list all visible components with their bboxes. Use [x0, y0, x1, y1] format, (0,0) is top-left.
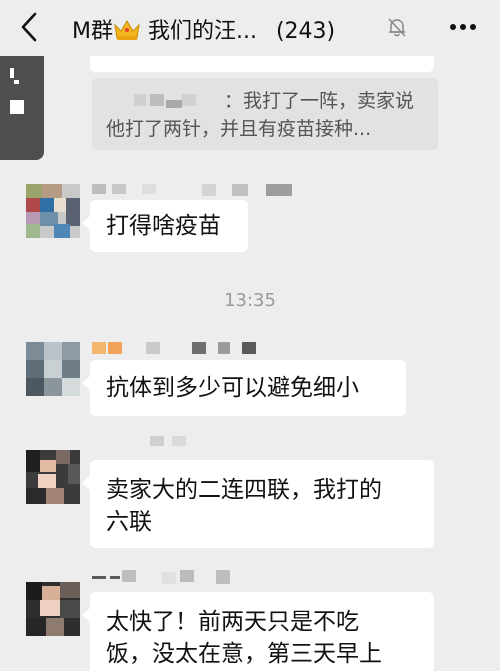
back-button[interactable]	[18, 12, 44, 42]
quoted-reply[interactable]: ：我打了一阵，卖家说 他打了两针，并且有疫苗接种...	[92, 78, 438, 150]
bell-off-icon	[388, 18, 406, 37]
message-text-line: 饭，没太在意，第三天早上	[106, 641, 382, 667]
member-count: (243)	[275, 19, 336, 44]
more-button[interactable]	[450, 14, 476, 40]
quote-line-2: 他打了两针，并且有疫苗接种...	[106, 118, 372, 140]
chat-header: M群 我们的汪... (243)	[0, 0, 500, 56]
sender-name	[92, 184, 292, 196]
chat-title-prefix: M群	[72, 19, 113, 44]
avatar[interactable]	[26, 450, 80, 504]
more-dot	[460, 24, 466, 30]
message-bubble[interactable]: 抗体到多少可以避免细小	[82, 360, 406, 416]
chevron-left-icon	[21, 12, 37, 42]
sender-name	[92, 570, 232, 584]
message-bubble[interactable]: 卖家大的二连四联，我打的 六联	[82, 460, 434, 548]
more-dot	[450, 24, 456, 30]
sender-name	[150, 436, 190, 448]
message-text-line: 六联	[106, 509, 152, 535]
message-bubble[interactable]: 打得啥疫苗	[82, 200, 248, 252]
avatar[interactable]	[26, 582, 80, 636]
crown-emoji-icon	[114, 20, 140, 40]
chat-title[interactable]: M群 我们的汪... (243)	[72, 13, 335, 45]
timestamp: 13:35	[224, 290, 276, 311]
avatar[interactable]	[26, 184, 80, 238]
message-text: 打得啥疫苗	[106, 213, 221, 239]
message-text-line: 卖家大的二连四联，我打的	[106, 477, 382, 503]
previous-message-bubble[interactable]	[90, 56, 434, 72]
avatar[interactable]	[26, 342, 80, 396]
more-dot	[470, 24, 476, 30]
message-text-line: 太快了！前两天只是不吃	[106, 609, 359, 635]
message-text: 抗体到多少可以避免细小	[106, 375, 359, 401]
chat-title-name: 我们的汪...	[147, 19, 257, 44]
sender-name	[92, 340, 272, 354]
message-bubble[interactable]: 太快了！前两天只是不吃 饭，没太在意，第三天早上	[82, 592, 434, 671]
